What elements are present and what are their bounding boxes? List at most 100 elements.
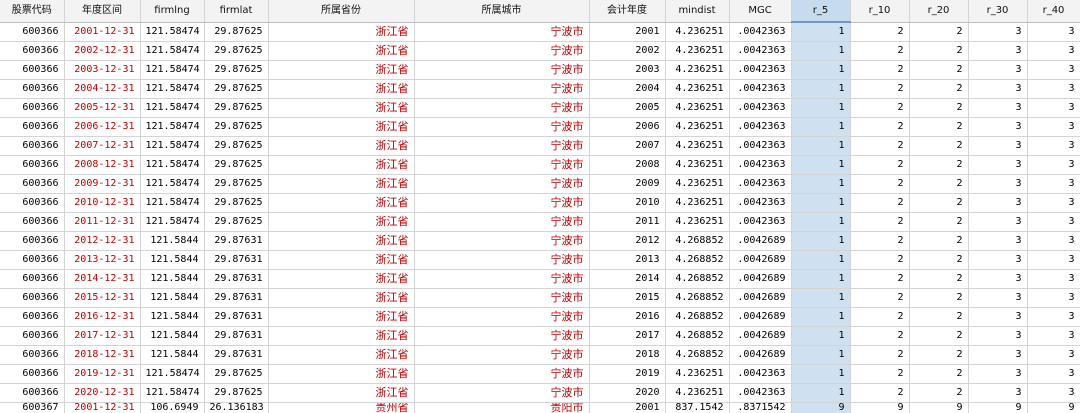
- table-row[interactable]: 600366 2011-12-31 121.58474 29.87625 浙江省 宁波市 2…: [0, 212, 1080, 232]
- table-cell[interactable]: 2: [909, 136, 969, 156]
- table-cell[interactable]: 2004: [589, 79, 666, 99]
- table-cell[interactable]: 1: [791, 155, 851, 175]
- table-cell[interactable]: 121.58474: [140, 212, 205, 232]
- table-cell[interactable]: 2: [850, 383, 910, 403]
- table-cell[interactable]: 1: [791, 383, 851, 403]
- table-cell[interactable]: 2: [850, 193, 910, 213]
- table-cell[interactable]: 2008-12-31: [64, 155, 141, 175]
- column-header[interactable]: MGC: [729, 0, 792, 23]
- table-row[interactable]: 600366 2016-12-31 121.5844 29.87631 浙江省 宁波市 20…: [0, 307, 1080, 327]
- table-cell[interactable]: 1: [791, 174, 851, 194]
- table-cell[interactable]: 4.268852: [665, 250, 730, 270]
- table-cell[interactable]: 2004-12-31: [64, 79, 141, 99]
- table-row[interactable]: 600366 2003-12-31 121.58474 29.87625 浙江省 宁波市 2…: [0, 60, 1080, 80]
- table-cell[interactable]: 600366: [0, 212, 65, 232]
- table-cell[interactable]: 121.58474: [140, 98, 205, 118]
- table-cell[interactable]: 29.87625: [204, 383, 269, 403]
- table-cell[interactable]: 29.87625: [204, 22, 269, 42]
- table-cell[interactable]: 4.268852: [665, 231, 730, 251]
- table-cell[interactable]: 121.5844: [140, 231, 205, 251]
- table-cell[interactable]: 3: [968, 250, 1028, 270]
- table-cell[interactable]: 浙江省: [268, 22, 415, 42]
- table-cell[interactable]: 29.87625: [204, 41, 269, 61]
- table-cell[interactable]: 600366: [0, 41, 65, 61]
- table-cell[interactable]: .0042689: [729, 345, 792, 365]
- column-header[interactable]: 会计年度: [589, 0, 666, 23]
- table-cell[interactable]: 2: [850, 364, 910, 384]
- table-cell[interactable]: 2016-12-31: [64, 307, 141, 327]
- table-cell[interactable]: 3: [1027, 174, 1080, 194]
- table-cell[interactable]: 3: [1027, 345, 1080, 365]
- table-cell[interactable]: 3: [968, 212, 1028, 232]
- table-cell[interactable]: 2001-12-31: [64, 22, 141, 42]
- table-cell[interactable]: 600366: [0, 269, 65, 289]
- table-cell[interactable]: 2007-12-31: [64, 136, 141, 156]
- table-row[interactable]: 600366 2017-12-31 121.5844 29.87631 浙江省 宁波市 20…: [0, 326, 1080, 346]
- table-cell[interactable]: 3: [1027, 383, 1080, 403]
- table-cell[interactable]: .0042363: [729, 98, 792, 118]
- table-cell[interactable]: 600366: [0, 307, 65, 327]
- table-cell[interactable]: 121.58474: [140, 79, 205, 99]
- table-cell[interactable]: 4.236251: [665, 98, 730, 118]
- table-cell[interactable]: 29.87625: [204, 79, 269, 99]
- table-cell[interactable]: 2: [850, 250, 910, 270]
- table-cell[interactable]: .0042363: [729, 383, 792, 403]
- table-cell[interactable]: 浙江省: [268, 364, 415, 384]
- table-cell[interactable]: 121.58474: [140, 193, 205, 213]
- table-row[interactable]: 600366 2010-12-31 121.58474 29.87625 浙江省 宁波市 2…: [0, 193, 1080, 213]
- table-cell[interactable]: 2: [909, 79, 969, 99]
- table-cell[interactable]: 2: [850, 98, 910, 118]
- table-cell[interactable]: 2: [850, 79, 910, 99]
- table-cell[interactable]: 2: [850, 212, 910, 232]
- table-row[interactable]: 600367 2001-12-31 106.6949 26.136183 贵州省 贵阳市 2…: [0, 402, 1080, 413]
- table-cell[interactable]: 600366: [0, 117, 65, 137]
- table-cell[interactable]: 2012: [589, 231, 666, 251]
- table-cell[interactable]: 2: [909, 98, 969, 118]
- table-cell[interactable]: 4.236251: [665, 193, 730, 213]
- column-header[interactable]: 所属城市: [414, 0, 590, 23]
- table-cell[interactable]: 2: [909, 326, 969, 346]
- table-cell[interactable]: 2006-12-31: [64, 117, 141, 137]
- table-cell[interactable]: 宁波市: [414, 22, 590, 42]
- table-cell[interactable]: 9: [1027, 402, 1080, 413]
- table-cell[interactable]: 3: [1027, 326, 1080, 346]
- table-cell[interactable]: 2: [850, 117, 910, 137]
- table-cell[interactable]: 2: [909, 269, 969, 289]
- table-cell[interactable]: 29.87625: [204, 193, 269, 213]
- table-cell[interactable]: 2014-12-31: [64, 269, 141, 289]
- table-cell[interactable]: 1: [791, 250, 851, 270]
- table-cell[interactable]: 2010-12-31: [64, 193, 141, 213]
- table-cell[interactable]: .0042363: [729, 212, 792, 232]
- table-cell[interactable]: 2: [909, 155, 969, 175]
- table-cell[interactable]: 2015-12-31: [64, 288, 141, 308]
- table-cell[interactable]: 29.87631: [204, 231, 269, 251]
- table-cell[interactable]: 2009-12-31: [64, 174, 141, 194]
- table-cell[interactable]: 2: [909, 307, 969, 327]
- table-cell[interactable]: 2: [909, 22, 969, 42]
- table-cell[interactable]: 4.236251: [665, 364, 730, 384]
- table-cell[interactable]: 121.5844: [140, 307, 205, 327]
- table-cell[interactable]: 3: [968, 231, 1028, 251]
- table-cell[interactable]: 2: [850, 22, 910, 42]
- table-cell[interactable]: 29.87625: [204, 212, 269, 232]
- column-header[interactable]: r_30: [968, 0, 1028, 23]
- table-cell[interactable]: 宁波市: [414, 326, 590, 346]
- table-cell[interactable]: 2: [850, 326, 910, 346]
- table-cell[interactable]: 600366: [0, 231, 65, 251]
- table-cell[interactable]: 2017: [589, 326, 666, 346]
- column-header[interactable]: 所属省份: [268, 0, 415, 23]
- table-cell[interactable]: 3: [1027, 193, 1080, 213]
- table-cell[interactable]: 1: [791, 364, 851, 384]
- table-cell[interactable]: 浙江省: [268, 193, 415, 213]
- table-cell[interactable]: 600366: [0, 383, 65, 403]
- table-cell[interactable]: 3: [968, 117, 1028, 137]
- table-cell[interactable]: .0042363: [729, 155, 792, 175]
- table-cell[interactable]: 4.268852: [665, 326, 730, 346]
- table-cell[interactable]: 3: [1027, 250, 1080, 270]
- table-cell[interactable]: 3: [1027, 117, 1080, 137]
- table-cell[interactable]: 浙江省: [268, 307, 415, 327]
- table-cell[interactable]: 2: [909, 288, 969, 308]
- table-cell[interactable]: 3: [968, 41, 1028, 61]
- table-cell[interactable]: 2005-12-31: [64, 98, 141, 118]
- column-header[interactable]: 年度区间: [64, 0, 141, 23]
